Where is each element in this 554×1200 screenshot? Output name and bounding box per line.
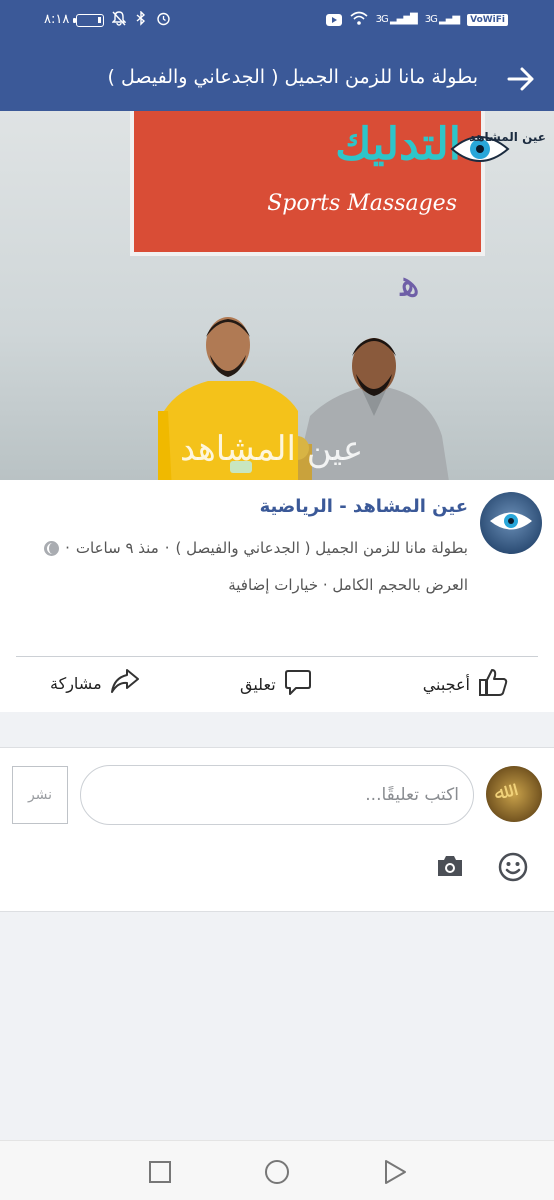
- post-photo[interactable]: التدليك Sports Massages ﻫ عين المشاهد عي…: [0, 111, 554, 480]
- banner-title: التدليك: [335, 119, 461, 170]
- post-actions: أعجبني تعليق مشاركة: [0, 658, 554, 712]
- bluetooth-icon: [136, 10, 146, 30]
- mute-icon: [111, 11, 127, 30]
- comment-button[interactable]: تعليق: [240, 668, 312, 700]
- links-separator: ·: [318, 576, 333, 594]
- wall-graphic: ﻫ: [400, 261, 421, 305]
- status-time: ٨:١٨: [44, 12, 70, 27]
- comment-bubble-icon: [284, 668, 312, 700]
- title-bar: بطولة مانا للزمن الجميل ( الجدعاني والفي…: [0, 54, 554, 106]
- album-link[interactable]: بطولة مانا للزمن الجميل ( الجدعاني والفي…: [176, 539, 468, 557]
- meta-separator-2: ·: [65, 539, 70, 557]
- like-label: أعجبني: [422, 674, 470, 694]
- alarm-icon: [156, 11, 171, 30]
- thumbs-up-icon: [478, 668, 508, 700]
- network-type-1: 3G: [375, 14, 389, 25]
- camera-icon[interactable]: [436, 854, 464, 878]
- home-circle-icon[interactable]: [264, 1159, 290, 1185]
- photo-logo: عين المشاهد: [450, 123, 546, 175]
- view-full-size-link[interactable]: العرض بالحجم الكامل: [332, 576, 468, 594]
- divider: [16, 656, 538, 657]
- back-triangle-icon[interactable]: [382, 1159, 408, 1185]
- app-header: ٨:١٨ 3G ▂▄▆█ 3G ▂▄▆ VoWiFi بطولة مانا لل…: [0, 0, 554, 111]
- photo-watermark: عين المشاهد: [180, 429, 364, 469]
- post-links: العرض بالحجم الكامل · خيارات إضافية: [228, 576, 468, 594]
- network-type-2: 3G: [424, 14, 438, 25]
- page-name-link[interactable]: عين المشاهد - الرياضية: [260, 496, 468, 517]
- signal-icon-1: 3G ▂▄▆█: [375, 14, 418, 25]
- vowifi-badge: VoWiFi: [467, 13, 508, 26]
- photo-logo-text: عين المشاهد: [469, 130, 546, 144]
- arrow-right-icon[interactable]: [506, 66, 536, 92]
- comment-composer: ﷲ نشر: [0, 747, 554, 912]
- smiley-icon[interactable]: [498, 852, 528, 882]
- photo-viewer-screen: ٨:١٨ 3G ▂▄▆█ 3G ▂▄▆ VoWiFi بطولة مانا لل…: [0, 0, 554, 1200]
- page-title: بطولة مانا للزمن الجميل ( الجدعاني والفي…: [107, 66, 478, 88]
- recents-square-icon[interactable]: [147, 1159, 173, 1185]
- like-button[interactable]: أعجبني: [423, 668, 508, 700]
- share-arrow-icon: [110, 668, 140, 698]
- globe-icon: [44, 540, 60, 556]
- post-details: عين المشاهد - الرياضية بطولة مانا للزمن …: [0, 480, 554, 712]
- youtube-icon: [325, 13, 342, 26]
- more-options-link[interactable]: خيارات إضافية: [228, 576, 318, 594]
- page-avatar[interactable]: [480, 492, 542, 554]
- post-meta: بطولة مانا للزمن الجميل ( الجدعاني والفي…: [44, 539, 468, 557]
- user-avatar: ﷲ: [486, 766, 542, 822]
- system-nav-bar: [0, 1140, 554, 1200]
- meta-separator: ·: [164, 539, 170, 557]
- signal-icon-2: 3G ▂▄▆: [424, 14, 460, 25]
- post-time[interactable]: منذ ٩ ساعات: [76, 539, 159, 557]
- post-comment-button[interactable]: نشر: [12, 766, 68, 824]
- share-label: مشاركة: [50, 673, 102, 693]
- comment-input[interactable]: [80, 765, 474, 825]
- wifi-icon: [350, 11, 368, 28]
- user-avatar-art: ﷲ: [491, 778, 509, 806]
- comment-label: تعليق: [240, 674, 276, 694]
- photo-banner: التدليك Sports Massages: [130, 111, 485, 256]
- status-bar: ٨:١٨ 3G ▂▄▆█ 3G ▂▄▆ VoWiFi: [0, 0, 554, 44]
- banner-subtitle: Sports Massages: [267, 191, 457, 216]
- battery-icon: [73, 14, 104, 27]
- share-button[interactable]: مشاركة: [50, 668, 140, 698]
